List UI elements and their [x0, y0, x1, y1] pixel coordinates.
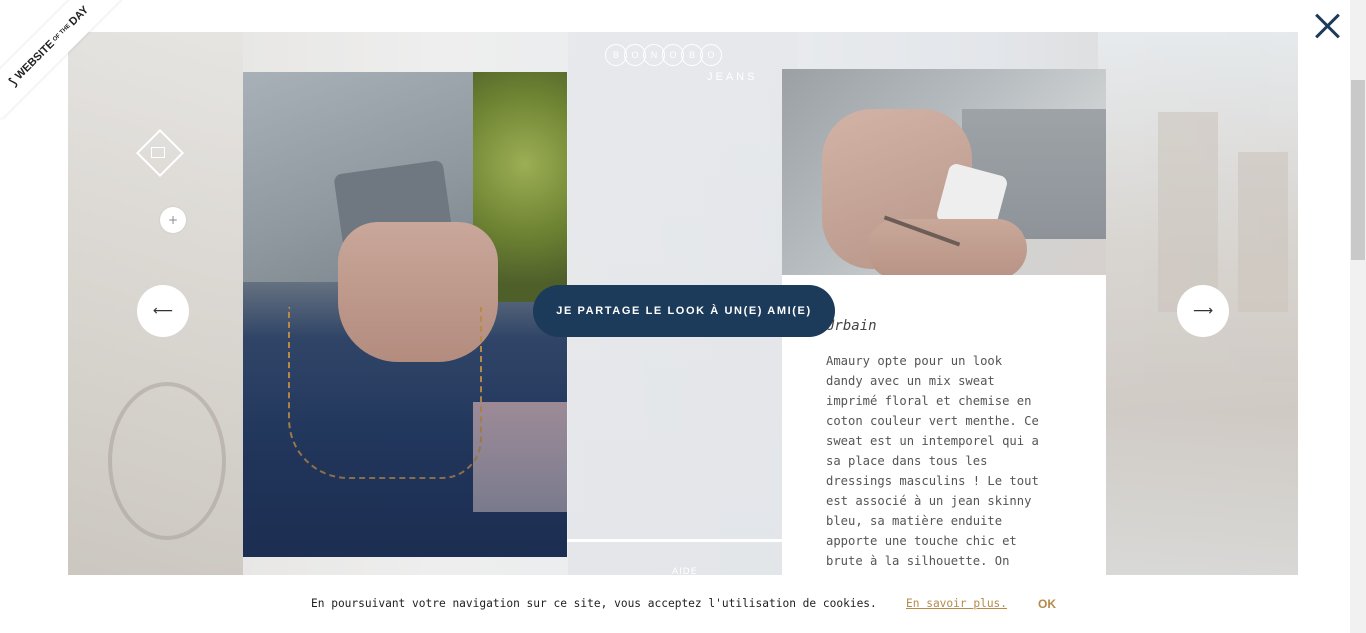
- cookie-learn-more-link[interactable]: En savoir plus.: [906, 597, 1007, 610]
- badge-text-website: WEBSITE: [13, 38, 57, 82]
- logo-subtitle: JEANS: [707, 71, 758, 83]
- scrollbar-thumb[interactable]: [1351, 80, 1365, 260]
- bicycle-wheel-image: [108, 382, 226, 540]
- next-arrow-button[interactable]: ⟶: [1177, 285, 1229, 337]
- share-look-button[interactable]: JE PARTAGE LE LOOK À UN(E) AMI(E): [533, 285, 835, 337]
- cookie-message: En poursuivant votre navigation sur ce s…: [311, 597, 877, 610]
- gallery-frame-icon: [151, 147, 165, 158]
- badge-text-of-the: OF THE: [52, 23, 72, 43]
- look-photo-wrist-detail: [782, 69, 1106, 275]
- progress-line: [566, 539, 782, 542]
- help-label[interactable]: AIDE: [672, 567, 697, 575]
- logo-letter: O: [700, 44, 722, 66]
- previous-arrow-button[interactable]: ⟵: [137, 285, 189, 337]
- page-scrollbar[interactable]: [1350, 0, 1366, 633]
- look-photo-jeans-pocket: [243, 72, 567, 557]
- plus-button[interactable]: +: [160, 207, 186, 233]
- close-icon[interactable]: [1310, 9, 1344, 43]
- badge-text-day: DAY: [66, 3, 92, 29]
- look-title: Urbain: [826, 318, 877, 334]
- look-description: Amaury opte pour un look dandy avec un m…: [826, 354, 1039, 568]
- brand-logo[interactable]: B O N O B O JEANS: [605, 44, 765, 88]
- cookie-ok-button[interactable]: OK: [1038, 597, 1056, 611]
